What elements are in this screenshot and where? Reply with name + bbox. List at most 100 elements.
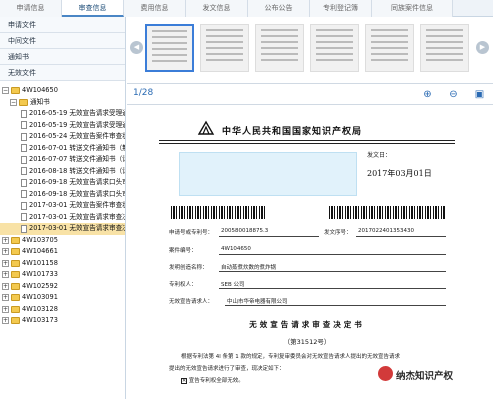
document-icon: [21, 155, 27, 164]
case-no: 4W104650: [221, 246, 251, 252]
expand-icon[interactable]: +: [2, 236, 9, 244]
field-underline: [219, 288, 446, 289]
header-rule: [159, 140, 455, 141]
tree-node-root[interactable]: −4W104650: [0, 85, 125, 97]
document-icon: [21, 109, 27, 118]
patentee-label: 专利权人：: [169, 282, 197, 288]
expand-icon[interactable]: +: [2, 271, 9, 279]
document-view: 中华人民共和国国家知识产权局 发文日： 2017年03月01日 申请号或专利号：…: [127, 106, 493, 399]
category-invalidation-files[interactable]: 无效文件: [0, 65, 125, 81]
decision-paragraph: 根据专利法第 4l 条第 1 款的规定，专利复审委员会对无效宣告请求人提出的无效…: [181, 354, 401, 360]
tree-item[interactable]: 2016-05-24 无效宣告案件审查状: [0, 131, 125, 143]
folder-icon: [19, 98, 28, 106]
tree-node-case[interactable]: +4W101158: [0, 258, 125, 270]
category-notices[interactable]: 通知书: [0, 49, 125, 65]
dispatch-date: 2017年03月01日: [367, 169, 432, 178]
tree-node-folder[interactable]: − 通知书: [0, 97, 125, 109]
category-application-files[interactable]: 申请文件: [0, 17, 125, 33]
document-icon: [21, 178, 27, 187]
page-thumbnail[interactable]: [200, 24, 249, 72]
application-no-label: 申请号或专利号：: [169, 230, 214, 236]
expand-icon[interactable]: +: [2, 305, 9, 313]
tab-application-info[interactable]: 申请信息: [0, 0, 62, 17]
prev-arrow-icon[interactable]: ◀: [130, 41, 143, 54]
field-underline: [219, 236, 319, 237]
tab-fee-info[interactable]: 费用信息: [124, 0, 186, 17]
category-intermediate-files[interactable]: 中间文件: [0, 33, 125, 49]
file-tree: −4W104650 − 通知书 2016-05-19 无效宣告请求受理通 2016…: [0, 81, 125, 327]
document-icon: [21, 201, 27, 210]
tree-node-case[interactable]: +4W103173: [0, 315, 125, 327]
page-indicator: 1/28: [133, 88, 154, 98]
expand-icon[interactable]: +: [2, 317, 9, 325]
barcode: [329, 206, 445, 219]
tab-bar: 申请信息 审查信息 费用信息 发文信息 公布公告 专利登记簿 同族案件信息: [0, 0, 493, 17]
requester: 中山市华帝电器有限公司: [227, 299, 288, 305]
page-thumbnail[interactable]: [145, 24, 194, 72]
decision-title: 无效宣告请求审查决定书: [249, 320, 365, 329]
watermark-text: 纳杰知识产权: [396, 371, 454, 382]
expand-icon[interactable]: +: [2, 294, 9, 302]
document-icon: [21, 121, 27, 130]
zoom-in-icon[interactable]: ⊕: [421, 88, 434, 101]
tab-patent-register[interactable]: 专利登记簿: [310, 0, 372, 17]
zoom-out-icon[interactable]: ⊖: [447, 88, 460, 101]
tree-item[interactable]: 2016-05-19 无效宣告请求受理通: [0, 120, 125, 132]
viewer-toolbar: 1/28 ⊕ ⊖ ▣: [127, 85, 493, 105]
invention-name: 自动蒸煮炊数的煮炸锅: [221, 265, 277, 271]
header-rule: [159, 143, 455, 144]
tree-item-selected[interactable]: 2017-03-01 无效宣告请求审查决: [0, 223, 125, 235]
tree-item[interactable]: 2016-09-18 无效宣告请求口头审: [0, 189, 125, 201]
document-icon: [21, 132, 27, 141]
expand-icon[interactable]: +: [2, 248, 9, 256]
decision-number: （第31512号）: [283, 338, 331, 346]
folder-icon: [11, 305, 20, 313]
tree-item[interactable]: 2016-05-19 无效宣告请求受理通: [0, 108, 125, 120]
tree-item[interactable]: 2017-03-01 无效宣告请求审查决: [0, 212, 125, 224]
tree-node-case[interactable]: +4W101733: [0, 269, 125, 281]
expand-icon[interactable]: +: [2, 259, 9, 267]
page-thumbnail[interactable]: [310, 24, 359, 72]
collapse-icon[interactable]: −: [10, 98, 17, 106]
redacted-address-block: [179, 152, 357, 196]
tree-item[interactable]: 2017-03-01 无效宣告案件审查状: [0, 200, 125, 212]
folder-icon: [11, 236, 20, 244]
tab-examination-info[interactable]: 审查信息: [62, 0, 124, 17]
case-no-label: 案件编号：: [169, 248, 197, 254]
document-icon: [21, 224, 27, 233]
page-thumbnail[interactable]: [255, 24, 304, 72]
tree-node-case[interactable]: +4W102592: [0, 281, 125, 293]
field-underline: [225, 305, 446, 306]
tree-item[interactable]: 2016-07-07 转送文件通知书（请: [0, 154, 125, 166]
expand-icon[interactable]: +: [2, 282, 9, 290]
tab-publication[interactable]: 公布公告: [248, 0, 310, 17]
tree-node-case[interactable]: +4W104661: [0, 246, 125, 258]
folder-icon: [11, 317, 20, 325]
document-icon: [21, 190, 27, 199]
next-arrow-icon[interactable]: ▶: [476, 41, 489, 54]
folder-icon: [11, 248, 20, 256]
sipo-emblem-icon: [197, 120, 215, 135]
tree-node-case[interactable]: +4W103128: [0, 304, 125, 316]
barcode: [171, 206, 267, 219]
tab-family-cases[interactable]: 同族案件信息: [372, 0, 453, 17]
tree-node-case[interactable]: +4W103705: [0, 235, 125, 247]
viewer-panel: ◀ ▶ 1/28 ⊕ ⊖ ▣ 中华人民共和国国家知识产权局 发文日： 2017年…: [127, 17, 493, 399]
page-thumbnail[interactable]: [420, 24, 469, 72]
tree-item[interactable]: 2016-08-18 转送文件通知书（请: [0, 166, 125, 178]
fit-page-icon[interactable]: ▣: [473, 88, 486, 101]
tab-dispatch-info[interactable]: 发文信息: [186, 0, 248, 17]
collapse-icon[interactable]: −: [2, 87, 9, 95]
field-underline: [219, 271, 446, 272]
application-no: 200580018875.3: [221, 228, 269, 234]
tree-item[interactable]: 2016-09-18 无效宣告请求口头审: [0, 177, 125, 189]
tree-item[interactable]: 2016-07-01 转送文件通知书（無: [0, 143, 125, 155]
document-page: 中华人民共和国国家知识产权局 发文日： 2017年03月01日 申请号或专利号：…: [159, 114, 455, 399]
field-underline: [219, 254, 446, 255]
tree-node-case[interactable]: +4W103091: [0, 292, 125, 304]
dispatch-seq-label: 发文序号：: [324, 230, 352, 236]
document-icon: [21, 167, 27, 176]
page-thumbnail[interactable]: [365, 24, 414, 72]
folder-icon: [11, 87, 20, 95]
dispatch-seq: 2017022401353430: [358, 228, 414, 234]
